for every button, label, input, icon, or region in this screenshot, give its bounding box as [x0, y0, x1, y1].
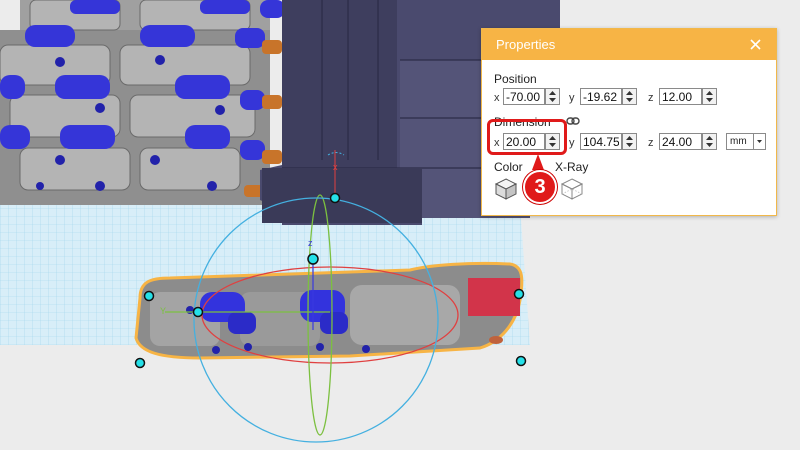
position-x-stepper[interactable]	[545, 88, 560, 105]
position-label: Position	[494, 72, 537, 86]
arrow-up-icon[interactable]	[623, 134, 636, 141]
arrow-up-icon[interactable]	[703, 89, 716, 96]
position-z-input[interactable]	[660, 89, 701, 104]
dimension-x-highlight	[487, 119, 567, 155]
chain-array	[0, 0, 285, 205]
position-y-input[interactable]	[581, 89, 621, 104]
properties-header: Properties	[482, 29, 776, 60]
arrow-down-icon[interactable]	[703, 97, 716, 104]
dimension-y-input[interactable]	[581, 134, 621, 149]
position-y-axis-label: y	[569, 92, 575, 104]
step-badge: 3	[523, 170, 557, 204]
xray-label: X-Ray	[555, 160, 589, 174]
arrow-up-icon[interactable]	[546, 89, 559, 96]
position-z-axis-label: z	[648, 92, 654, 104]
dimension-y-field[interactable]	[580, 133, 622, 150]
svg-text:x: x	[333, 162, 338, 172]
arrow-down-icon[interactable]	[623, 142, 636, 149]
unit-select[interactable]: mm	[726, 133, 766, 150]
position-z-field[interactable]	[659, 88, 702, 105]
arrow-down-icon[interactable]	[703, 142, 716, 149]
position-y-stepper[interactable]	[622, 88, 637, 105]
link-icon[interactable]	[566, 116, 580, 126]
unit-value: mm	[730, 136, 747, 147]
chevron-down-icon[interactable]	[753, 134, 765, 149]
dimension-z-stepper[interactable]	[702, 133, 717, 150]
dimension-y-stepper[interactable]	[622, 133, 637, 150]
arrow-down-icon[interactable]	[546, 97, 559, 104]
position-x-axis-label: x	[494, 92, 500, 104]
arrow-down-icon[interactable]	[623, 97, 636, 104]
arrow-up-icon[interactable]	[703, 134, 716, 141]
position-x-field[interactable]	[503, 88, 545, 105]
dimension-z-axis-label: z	[648, 137, 654, 149]
close-panel-button[interactable]	[748, 29, 764, 60]
dimension-y-axis-label: y	[569, 137, 575, 149]
position-z-stepper[interactable]	[702, 88, 717, 105]
color-cube-icon[interactable]	[494, 177, 518, 201]
position-x-input[interactable]	[504, 89, 544, 104]
svg-text:Y: Y	[160, 306, 166, 316]
svg-text:z: z	[308, 238, 313, 248]
arrow-up-icon[interactable]	[623, 89, 636, 96]
close-icon	[750, 39, 761, 50]
position-y-field[interactable]	[580, 88, 622, 105]
dimension-z-field[interactable]	[659, 133, 702, 150]
callout-pointer-icon	[532, 154, 544, 170]
xray-cube-icon[interactable]	[560, 177, 584, 201]
dimension-z-input[interactable]	[660, 134, 701, 149]
color-label: Color	[494, 160, 523, 174]
properties-title: Properties	[496, 37, 556, 52]
